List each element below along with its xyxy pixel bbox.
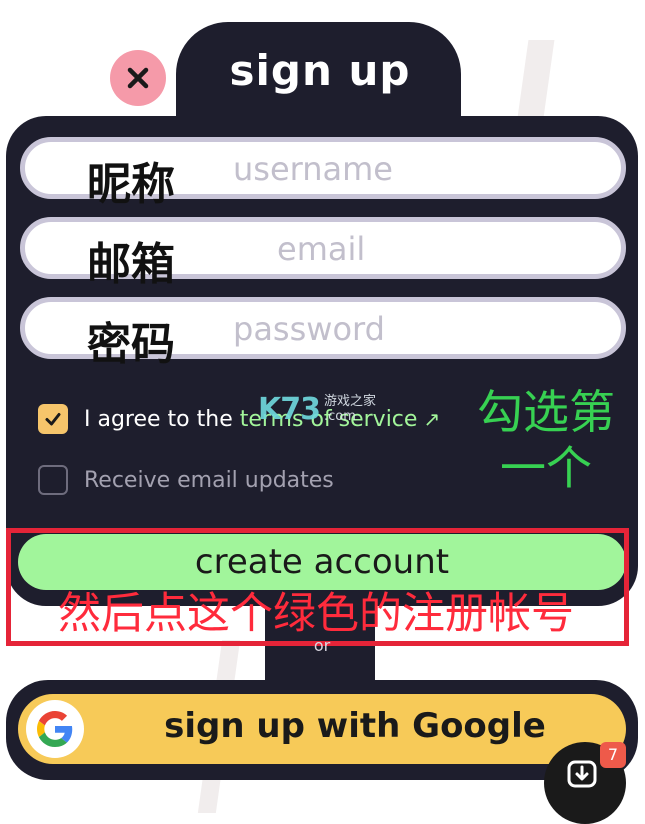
notification-badge: 7 — [600, 742, 626, 768]
page-title: sign up — [229, 46, 411, 95]
terms-row: I agree to the terms of service ↗ — [38, 404, 440, 434]
close-icon — [127, 67, 149, 89]
updates-checkbox[interactable] — [38, 465, 68, 495]
download-icon — [567, 760, 597, 788]
google-signup-button[interactable]: sign up with Google — [18, 694, 626, 764]
watermark-domain: .com — [324, 409, 356, 424]
email-field: 邮箱 — [20, 217, 626, 290]
watermark-logo: K73 游戏之家 .com — [258, 392, 376, 427]
field-annotation-nickname: 昵称 — [87, 159, 175, 210]
watermark-logo-text: K73 — [258, 392, 321, 427]
updates-row: Receive email updates — [38, 465, 334, 495]
field-annotation-email: 邮箱 — [87, 239, 175, 290]
annotation-click-green: 然后点这个绿色的注册帐号 — [58, 589, 574, 639]
close-button[interactable] — [110, 50, 166, 106]
field-annotation-password: 密码 — [87, 319, 175, 370]
google-signup-label: sign up with Google — [164, 706, 546, 746]
google-icon — [26, 700, 84, 758]
watermark-sub: 游戏之家 .com — [324, 394, 376, 424]
terms-checkbox[interactable] — [38, 404, 68, 434]
or-divider: or — [313, 636, 331, 655]
password-field: 密码 — [20, 297, 626, 370]
password-input[interactable] — [231, 308, 595, 350]
updates-label: Receive email updates — [84, 467, 334, 493]
email-input[interactable] — [275, 228, 599, 270]
watermark-site: 游戏之家 — [324, 394, 377, 409]
checkmark-icon — [45, 413, 61, 426]
external-link-icon: ↗ — [423, 406, 441, 431]
username-input[interactable] — [231, 148, 595, 190]
username-field: 昵称 — [20, 137, 626, 210]
terms-label-text: I agree to the — [84, 406, 240, 432]
annotation-select-first: 勾选第一个 — [477, 385, 615, 495]
